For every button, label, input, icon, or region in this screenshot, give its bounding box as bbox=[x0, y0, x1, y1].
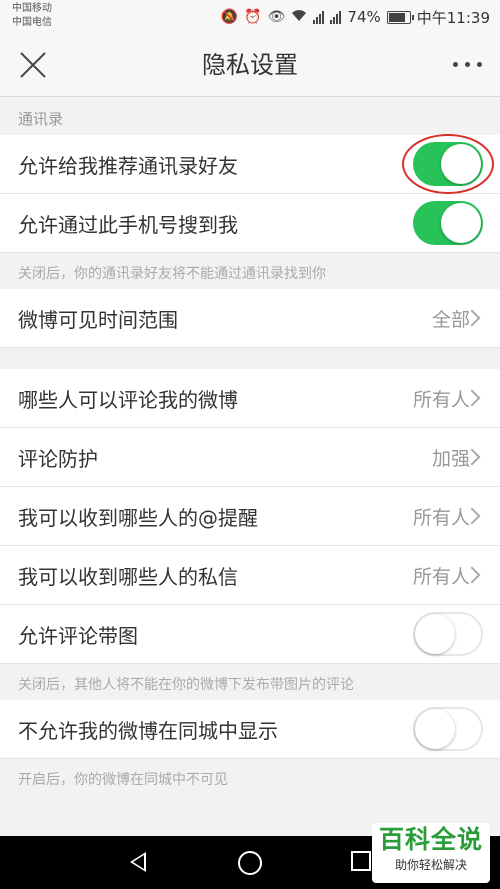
eye-icon: 👁 bbox=[267, 9, 286, 25]
nav-bar: 隐私设置 bbox=[0, 34, 500, 97]
toggle-knob bbox=[415, 614, 455, 654]
row-label: 我可以收到哪些人的私信 bbox=[18, 564, 238, 589]
toggle-knob bbox=[441, 203, 481, 243]
row-hide-in-city: 不允许我的微博在同城中显示 bbox=[0, 700, 500, 759]
row-search-by-phone: 允许通过此手机号搜到我 bbox=[0, 194, 500, 253]
page-title: 隐私设置 bbox=[202, 51, 298, 79]
wifi-icon bbox=[291, 8, 307, 26]
row-value: 所有人 bbox=[412, 506, 470, 529]
row-label: 评论防护 bbox=[18, 446, 98, 471]
row-label: 微博可见时间范围 bbox=[18, 307, 178, 332]
row-recommend-contacts: 允许给我推荐通讯录好友 bbox=[0, 134, 500, 194]
row-value: 所有人 bbox=[412, 388, 470, 411]
comment-image-hint: 关闭后，其他人将不能在你的微博下发布带图片的评论 bbox=[18, 677, 354, 693]
row-mention-from[interactable]: 我可以收到哪些人的@提醒 所有人 bbox=[0, 487, 500, 546]
signal-icon bbox=[313, 10, 325, 24]
row-comment-with-image: 允许评论带图 bbox=[0, 605, 500, 664]
watermark-subtitle: 助你轻松解决 bbox=[394, 858, 467, 872]
toggle-knob bbox=[415, 709, 455, 749]
status-icons: 🔕 ⏰ 👁 74% 中午11:39 bbox=[221, 0, 490, 34]
watermark-title: 百科全说 bbox=[378, 825, 483, 854]
carrier-2: 中国电信 bbox=[12, 17, 52, 28]
row-label: 我可以收到哪些人的@提醒 bbox=[18, 505, 258, 530]
city-hint: 开启后，你的微博在同城中不可见 bbox=[18, 772, 228, 788]
signal-icon-2 bbox=[330, 10, 342, 24]
row-who-can-comment[interactable]: 哪些人可以评论我的微博 所有人 bbox=[0, 369, 500, 428]
more-icon[interactable] bbox=[453, 62, 482, 67]
alarm-icon: ⏰ bbox=[244, 9, 262, 25]
row-value: 所有人 bbox=[412, 565, 470, 588]
home-icon[interactable] bbox=[238, 851, 262, 875]
back-icon[interactable] bbox=[130, 852, 146, 872]
row-messages-from[interactable]: 我可以收到哪些人的私信 所有人 bbox=[0, 546, 500, 605]
comment-with-image-toggle[interactable] bbox=[413, 612, 483, 656]
carrier-info: 中国移动 中国电信 bbox=[12, 2, 52, 30]
row-comment-protection[interactable]: 评论防护 加强 bbox=[0, 428, 500, 487]
clock: 中午11:39 bbox=[416, 8, 490, 27]
battery-percent: 74% bbox=[347, 8, 381, 26]
recommend-contacts-toggle[interactable] bbox=[413, 142, 483, 186]
row-label: 哪些人可以评论我的微博 bbox=[18, 387, 238, 412]
carrier-1: 中国移动 bbox=[12, 3, 52, 14]
search-by-phone-toggle[interactable] bbox=[413, 201, 483, 245]
row-weibo-visible-range[interactable]: 微博可见时间范围 全部 bbox=[0, 289, 500, 348]
hide-in-city-toggle[interactable] bbox=[413, 707, 483, 751]
mute-icon: 🔕 bbox=[220, 9, 239, 25]
status-bar: 中国移动 中国电信 🔕 ⏰ 👁 74% 中午11:39 bbox=[0, 0, 500, 34]
section-header-contacts: 通讯录 bbox=[18, 110, 64, 128]
recent-apps-icon[interactable] bbox=[351, 851, 371, 871]
battery-icon bbox=[386, 10, 414, 24]
contacts-hint: 关闭后，你的通讯录好友将不能通过通讯录找到你 bbox=[18, 266, 326, 282]
toggle-knob bbox=[441, 144, 481, 184]
watermark-logo: 百科全说 助你轻松解决 bbox=[372, 823, 490, 883]
